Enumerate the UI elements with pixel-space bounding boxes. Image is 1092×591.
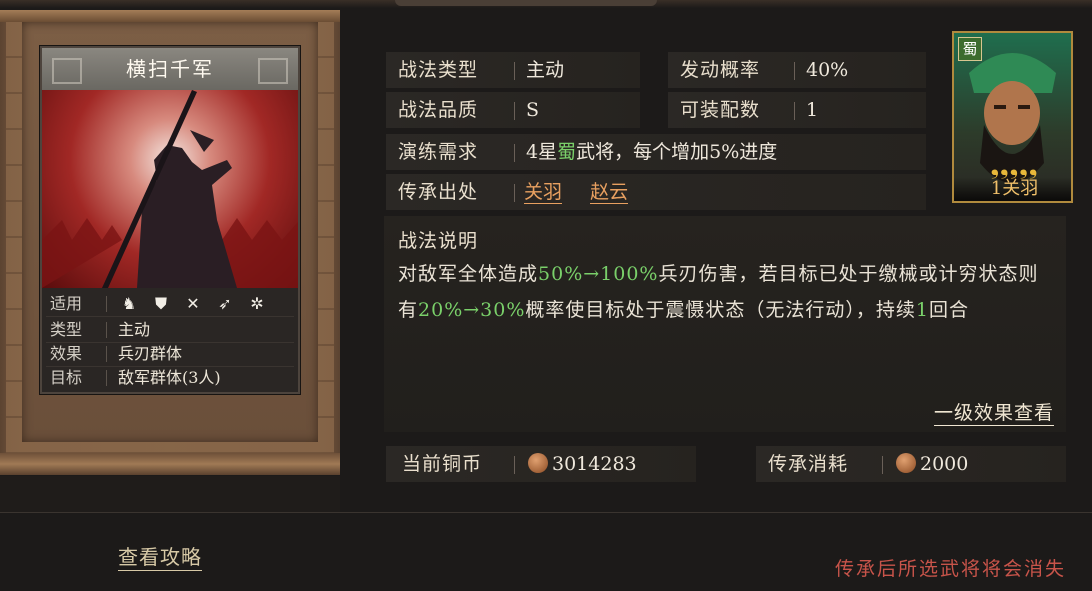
scroll-rod-top	[0, 10, 340, 22]
origin-hero-link[interactable]: 关羽	[524, 181, 563, 204]
origin-row: 传承出处 关羽 赵云	[386, 174, 926, 210]
description-text: 对敌军全体造成50%→100%兵刃伤害，若目标已处于缴械或计穷状态则有20%→3…	[398, 263, 1039, 321]
applicable-row: 适用 ♞ ⛊ ✕ ➶ ✲	[46, 292, 294, 317]
warrior-silhouette-icon	[42, 90, 298, 288]
footer-divider	[0, 512, 1092, 513]
tactic-type-row: 战法类型 主动 发动概率 40%	[386, 52, 926, 88]
effect-row: 效果 兵刃群体	[46, 342, 294, 367]
faction-badge: 蜀	[958, 37, 982, 61]
current-copper-row: 当前铜币 3014283	[386, 446, 696, 482]
hero-portrait[interactable]: 蜀 ❟❟❟❟❟ 1关羽	[952, 31, 1073, 203]
shield-icon: ⛊	[154, 294, 167, 313]
corner-ornament-icon	[52, 58, 82, 84]
top-handle	[395, 0, 657, 6]
level-effect-link[interactable]: 一级效果查看	[933, 398, 1054, 426]
cavalry-icon: ♞	[121, 294, 137, 313]
description-title: 战法说明	[398, 230, 479, 252]
tactic-artwork	[42, 90, 298, 288]
crossbow-icon: ✕	[186, 294, 200, 313]
type-row: 类型 主动	[46, 318, 294, 343]
inherit-warning: 传承后所选武将将会消失	[834, 558, 1066, 580]
tactic-card-title: 横扫千军	[42, 48, 298, 90]
spear-icon: ➶	[218, 294, 232, 313]
hero-name: 1关羽	[954, 177, 1071, 201]
corner-ornament-icon	[258, 58, 288, 84]
tactic-name: 横扫千军	[126, 57, 214, 81]
view-guide-link[interactable]: 查看攻略	[118, 541, 202, 571]
scroll-rod-bottom	[0, 453, 340, 475]
target-row: 目标 敌军群体(3人)	[50, 368, 221, 387]
copper-coin-icon	[896, 453, 916, 473]
tactic-card: 横扫千军 适用 ♞ ⛊ ✕ ➶ ✲ 类型 主动 效果 兵刃群体 目标 敌军群体(3人)	[40, 46, 300, 394]
copper-coin-icon	[528, 453, 548, 473]
chariot-icon: ✲	[250, 294, 264, 313]
training-row: 演练需求 4星蜀武将，每个增加5%进度	[386, 134, 926, 170]
origin-hero-link[interactable]: 赵云	[590, 181, 629, 204]
quality-row: 战法品质 S 可装配数 1	[386, 92, 926, 128]
tactic-description-panel: 战法说明 对敌军全体造成50%→100%兵刃伤害，若目标已处于缴械或计穷状态则有…	[384, 216, 1066, 432]
inherit-cost-row: 传承消耗 2000	[756, 446, 1066, 482]
